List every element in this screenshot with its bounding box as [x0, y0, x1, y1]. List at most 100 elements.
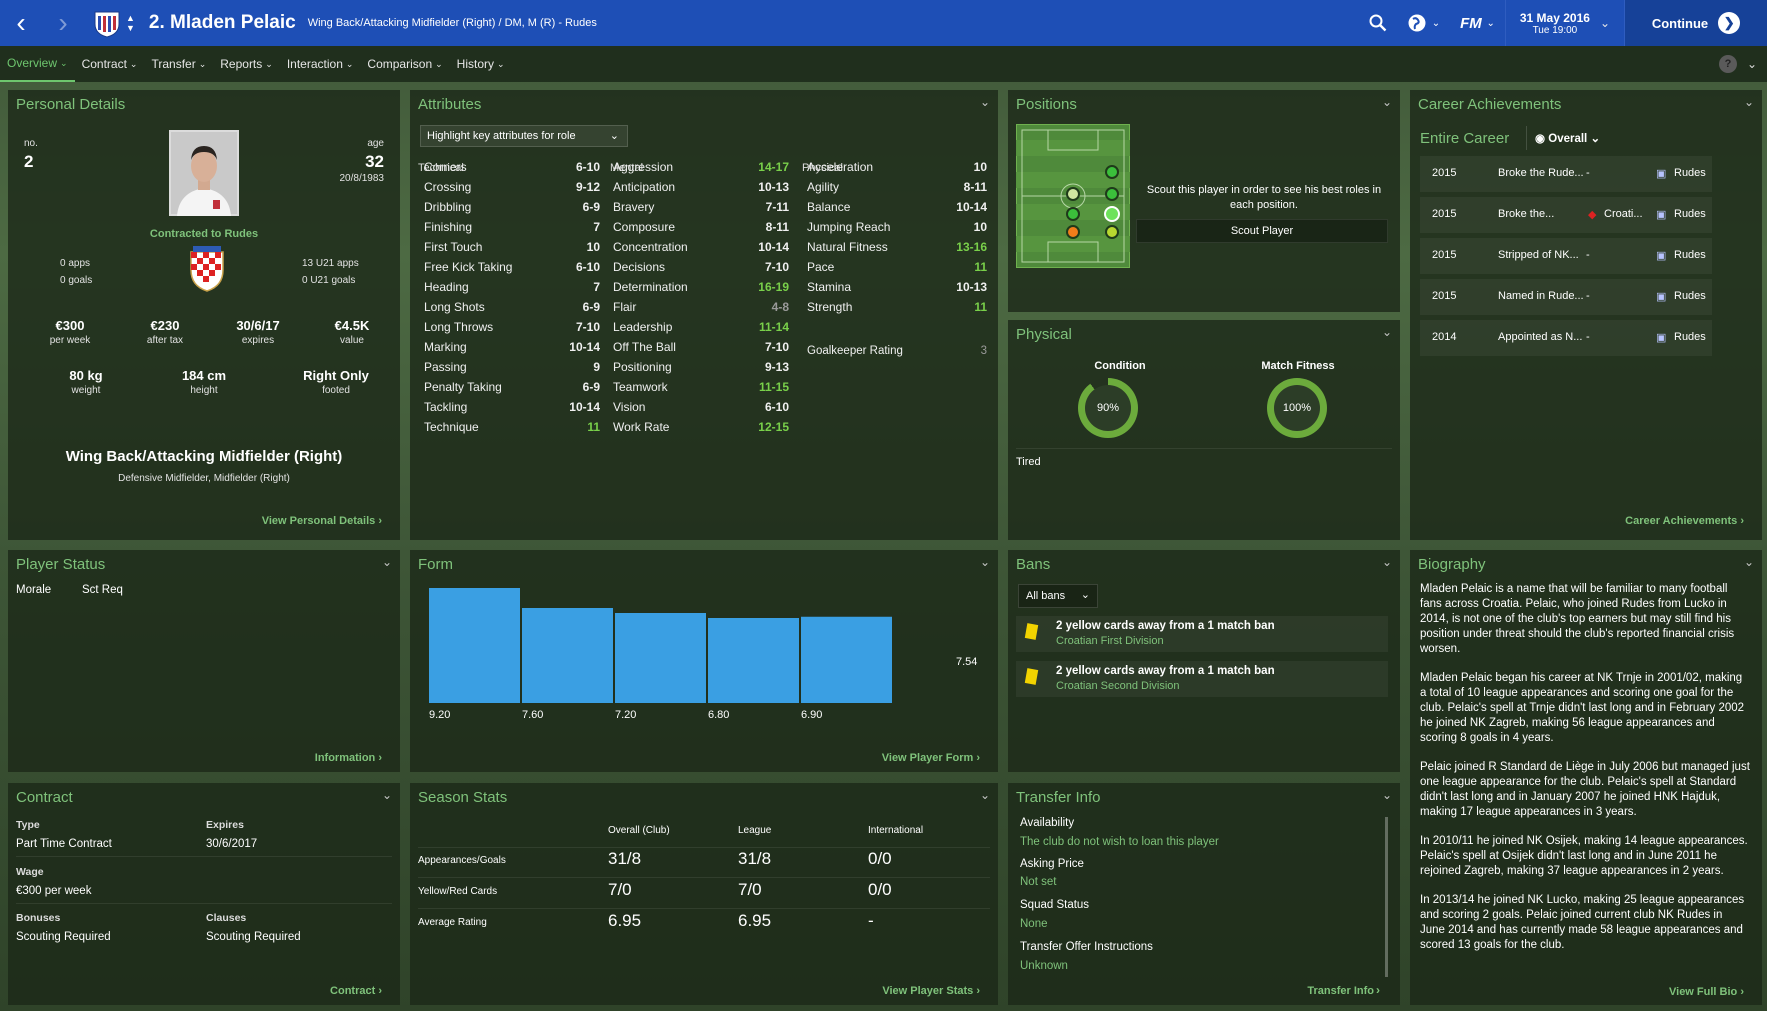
highlight-dropdown[interactable]: Highlight key attributes for role ⌄ — [420, 125, 628, 147]
career-filter-scope[interactable]: Entire Career — [1420, 130, 1509, 147]
information-link[interactable]: Information › — [315, 752, 382, 764]
attribute-row[interactable]: Bravery 7-11 — [613, 197, 789, 217]
view-personal-details-link[interactable]: View Personal Details › — [262, 515, 382, 527]
chevron-down-icon[interactable]: ⌄ — [1382, 555, 1392, 569]
attribute-name: Bravery — [613, 200, 655, 214]
attribute-row[interactable]: Natural Fitness 13-16 — [807, 237, 987, 257]
tab-interaction[interactable]: Interaction ⌄ — [280, 46, 361, 82]
attribute-row[interactable]: Passing 9 — [424, 357, 600, 377]
achievement-row[interactable]: 2015 Broke the... ◆ Croati... ▣ Rudes — [1420, 197, 1712, 233]
search-icon[interactable] — [1359, 0, 1397, 46]
attribute-row[interactable]: Heading 7 — [424, 277, 600, 297]
attribute-row[interactable]: Penalty Taking 6-9 — [424, 377, 600, 397]
player-switch[interactable]: ▲ ▼ — [126, 13, 135, 33]
ban-competition-link[interactable]: Croatian Second Division — [1056, 680, 1180, 692]
forward-icon[interactable]: › — [42, 0, 84, 46]
chevron-down-icon[interactable]: ▼ — [126, 23, 135, 33]
chevron-down-icon[interactable]: ⌄ — [382, 555, 392, 569]
chevron-down-icon[interactable]: ⌄ — [1737, 57, 1767, 71]
attribute-row[interactable]: Agility 8-11 — [807, 177, 987, 197]
form-bar[interactable] — [522, 608, 613, 703]
fm-menu[interactable]: FM ⌄ — [1450, 0, 1505, 46]
tab-transfer[interactable]: Transfer ⌄ — [144, 46, 213, 82]
attribute-row[interactable]: Composure 8-11 — [613, 217, 789, 237]
achievement-row[interactable]: 2015 Named in Rude... - ▣ Rudes — [1420, 279, 1712, 315]
career-achievements-link[interactable]: Career Achievements › — [1625, 515, 1744, 527]
fm-logo: FM — [1460, 14, 1482, 32]
tab-history[interactable]: History ⌄ — [450, 46, 512, 82]
chevron-down-icon: ⌄ — [497, 58, 505, 69]
contract-club-link[interactable]: Contracted to Rudes — [8, 228, 400, 240]
attribute-row[interactable]: Crossing 9-12 — [424, 177, 600, 197]
chevron-down-icon[interactable]: ⌄ — [382, 788, 392, 802]
attribute-row[interactable]: Technique 11 — [424, 417, 600, 437]
globe-icon[interactable]: ⌄ — [1397, 0, 1450, 46]
view-full-bio-link[interactable]: View Full Bio › — [1669, 986, 1744, 998]
club-crest-icon: ▣ — [1656, 250, 1667, 262]
attribute-row[interactable]: Positioning 9-13 — [613, 357, 789, 377]
view-player-form-link[interactable]: View Player Form › — [882, 752, 980, 764]
chevron-down-icon[interactable]: ⌄ — [1744, 95, 1754, 109]
attribute-row[interactable]: Flair 4-8 — [613, 297, 789, 317]
attribute-row[interactable]: Decisions 7-10 — [613, 257, 789, 277]
bans-filter-dropdown[interactable]: All bans ⌄ — [1018, 584, 1098, 608]
attribute-row[interactable]: Leadership 11-14 — [613, 317, 789, 337]
attribute-row[interactable]: Dribbling 6-9 — [424, 197, 600, 217]
achievement-row[interactable]: 2015 Broke the Rude... - ▣ Rudes — [1420, 156, 1712, 192]
form-bar[interactable] — [708, 618, 799, 703]
form-bar[interactable] — [801, 616, 892, 703]
tab-reports[interactable]: Reports ⌄ — [213, 46, 280, 82]
chevron-down-icon[interactable]: ⌄ — [980, 95, 990, 109]
continue-button[interactable]: Continue ❯ — [1625, 0, 1767, 46]
attribute-row[interactable]: Free Kick Taking 6-10 — [424, 257, 600, 277]
chevron-down-icon[interactable]: ⌄ — [1382, 325, 1392, 339]
attribute-row[interactable]: Off The Ball 7-10 — [613, 337, 789, 357]
attribute-row[interactable]: Work Rate 12-15 — [613, 417, 789, 437]
attribute-row[interactable]: Aggression 14-17 — [613, 157, 789, 177]
attribute-row[interactable]: Anticipation 10-13 — [613, 177, 789, 197]
attribute-row[interactable]: Long Shots 6-9 — [424, 297, 600, 317]
tab-overview[interactable]: Overview ⌄ — [0, 46, 75, 82]
ban-competition-link[interactable]: Croatian First Division — [1056, 635, 1164, 647]
attribute-row[interactable]: Concentration 10-14 — [613, 237, 789, 257]
attribute-row[interactable]: First Touch 10 — [424, 237, 600, 257]
achievement-row[interactable]: 2015 Stripped of NK... - ▣ Rudes — [1420, 238, 1712, 274]
attribute-value: 4-8 — [771, 300, 789, 314]
tab-contract[interactable]: Contract ⌄ — [75, 46, 145, 82]
scrollbar[interactable] — [1385, 817, 1388, 977]
chevron-down-icon[interactable]: ⌄ — [980, 788, 990, 802]
attribute-row[interactable]: Finishing 7 — [424, 217, 600, 237]
chevron-down-icon[interactable]: ⌄ — [1382, 788, 1392, 802]
date-display[interactable]: 31 May 2016 Tue 19:00 ⌄ — [1504, 0, 1625, 46]
chevron-right-icon[interactable]: › — [1376, 983, 1380, 997]
attribute-row[interactable]: Corners 6-10 — [424, 157, 600, 177]
transfer-info-link[interactable]: Transfer Info — [1307, 985, 1374, 997]
attribute-row[interactable]: Determination 16-19 — [613, 277, 789, 297]
scout-player-button[interactable]: Scout Player — [1136, 219, 1388, 243]
panel-title: Positions — [1016, 96, 1077, 113]
attribute-row[interactable]: Pace 11 — [807, 257, 987, 277]
tab-comparison[interactable]: Comparison ⌄ — [360, 46, 449, 82]
form-bar[interactable] — [429, 588, 520, 703]
attribute-row[interactable]: Jumping Reach 10 — [807, 217, 987, 237]
attribute-row[interactable]: Tackling 10-14 — [424, 397, 600, 417]
form-bar[interactable] — [615, 613, 706, 703]
chevron-up-icon[interactable]: ▲ — [126, 13, 135, 23]
help-icon[interactable]: ? — [1719, 55, 1737, 73]
attribute-row[interactable]: Acceleration 10 — [807, 157, 987, 177]
chevron-down-icon[interactable]: ⌄ — [1744, 555, 1754, 569]
contract-link[interactable]: Contract › — [330, 985, 382, 997]
attribute-row[interactable]: Long Throws 7-10 — [424, 317, 600, 337]
overall-dropdown[interactable]: ◉ Overall ⌄ — [1526, 126, 1608, 150]
attribute-row[interactable]: Teamwork 11-15 — [613, 377, 789, 397]
achievement-row[interactable]: 2014 Appointed as N... - ▣ Rudes — [1420, 320, 1712, 356]
attribute-row[interactable]: Marking 10-14 — [424, 337, 600, 357]
back-icon[interactable]: ‹ — [0, 0, 42, 46]
attribute-row[interactable]: Strength 11 — [807, 297, 987, 317]
attribute-row[interactable]: Stamina 10-13 — [807, 277, 987, 297]
attribute-value: 7 — [593, 220, 600, 234]
attribute-row[interactable]: Vision 6-10 — [613, 397, 789, 417]
attribute-row[interactable]: Balance 10-14 — [807, 197, 987, 217]
view-player-stats-link[interactable]: View Player Stats › — [882, 985, 980, 997]
chevron-down-icon[interactable]: ⌄ — [1382, 95, 1392, 109]
